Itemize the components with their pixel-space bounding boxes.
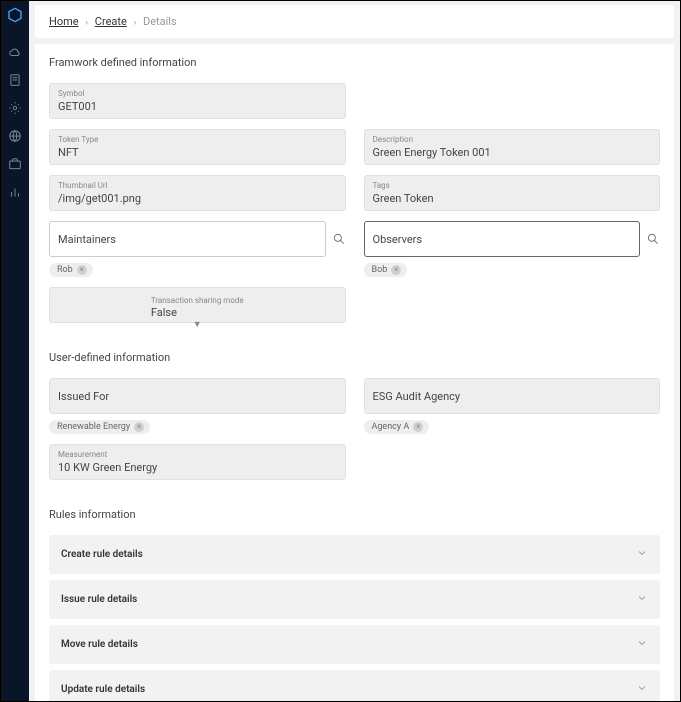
field-label: Measurement bbox=[58, 451, 337, 459]
field-value: Maintainers bbox=[58, 233, 317, 246]
cloud-icon[interactable] bbox=[8, 45, 22, 59]
section-title-rules: Rules information bbox=[49, 508, 660, 521]
chevron-down-icon bbox=[636, 592, 648, 607]
field-value: /img/get001.png bbox=[58, 192, 337, 205]
field-label: Thumbnail Url bbox=[58, 182, 337, 190]
esg-audit-field[interactable]: ESG Audit Agency bbox=[364, 378, 661, 414]
field-label: Description bbox=[373, 136, 652, 144]
accordion-title: Move rule details bbox=[61, 639, 138, 650]
field-label: Symbol bbox=[58, 90, 337, 98]
chevron-down-icon bbox=[636, 547, 648, 562]
chip-issued-for: Renewable Energy × bbox=[49, 420, 150, 434]
field-label: Token Type bbox=[58, 136, 337, 144]
globe-icon[interactable] bbox=[8, 129, 22, 143]
sidebar bbox=[1, 1, 29, 701]
section-title-user: User-defined information bbox=[49, 351, 660, 364]
tags-field[interactable]: Tags Green Token bbox=[364, 175, 661, 211]
gear-icon[interactable] bbox=[8, 101, 22, 115]
chip-label: Renewable Energy bbox=[57, 422, 130, 432]
issued-for-field[interactable]: Issued For bbox=[49, 378, 346, 414]
search-icon[interactable] bbox=[646, 232, 660, 246]
chip-observer: Bob × bbox=[364, 263, 408, 277]
token-type-field[interactable]: Token Type NFT bbox=[49, 129, 346, 165]
field-value: Issued For bbox=[58, 390, 337, 403]
section-title-framework: Framwork defined information bbox=[49, 56, 660, 69]
maintainers-field[interactable]: Maintainers bbox=[49, 221, 326, 257]
thumbnail-url-field[interactable]: Thumbnail Url /img/get001.png bbox=[49, 175, 346, 211]
app-logo-icon bbox=[7, 7, 23, 23]
chart-icon[interactable] bbox=[8, 185, 22, 199]
main-content: Home › Create › Details Framwork defined… bbox=[29, 1, 680, 701]
close-icon[interactable]: × bbox=[391, 265, 401, 275]
breadcrumb-home[interactable]: Home bbox=[49, 15, 79, 28]
accordion-move-rule[interactable]: Move rule details bbox=[49, 625, 660, 664]
field-value: 10 KW Green Energy bbox=[58, 461, 337, 474]
field-value: NFT bbox=[58, 146, 337, 159]
chip-agency: Agency A × bbox=[364, 420, 430, 434]
chip-label: Bob bbox=[372, 265, 388, 275]
description-field[interactable]: Description Green Energy Token 001 bbox=[364, 129, 661, 165]
chevron-down-icon bbox=[636, 637, 648, 652]
field-value: GET001 bbox=[58, 100, 337, 113]
breadcrumb-create[interactable]: Create bbox=[95, 15, 127, 28]
field-value: Observers bbox=[373, 233, 632, 246]
accordion-issue-rule[interactable]: Issue rule details bbox=[49, 580, 660, 619]
breadcrumb-current: Details bbox=[143, 15, 177, 28]
chevron-down-icon: ▼ bbox=[193, 319, 202, 330]
measurement-field[interactable]: Measurement 10 KW Green Energy bbox=[49, 444, 346, 480]
close-icon[interactable]: × bbox=[134, 422, 144, 432]
chevron-down-icon bbox=[636, 682, 648, 697]
accordion-title: Issue rule details bbox=[61, 594, 137, 605]
close-icon[interactable]: × bbox=[77, 265, 87, 275]
field-value: Green Energy Token 001 bbox=[373, 146, 652, 159]
accordion-create-rule[interactable]: Create rule details bbox=[49, 535, 660, 574]
form-card: Framwork defined information Symbol GET0… bbox=[35, 44, 674, 701]
briefcase-icon[interactable] bbox=[8, 157, 22, 171]
breadcrumb: Home › Create › Details bbox=[35, 5, 674, 38]
tx-sharing-select[interactable]: Transaction sharing mode False ▼ bbox=[49, 287, 346, 323]
chevron-right-icon: › bbox=[134, 18, 137, 28]
field-label: Transaction sharing mode bbox=[151, 296, 244, 305]
field-label: Tags bbox=[373, 182, 652, 190]
document-icon[interactable] bbox=[8, 73, 22, 87]
close-icon[interactable]: × bbox=[413, 422, 423, 432]
field-value: ESG Audit Agency bbox=[373, 390, 652, 403]
accordion-title: Create rule details bbox=[61, 549, 143, 560]
field-value: Green Token bbox=[373, 192, 652, 205]
chip-label: Rob bbox=[57, 265, 73, 275]
accordion-title: Update rule details bbox=[61, 684, 145, 695]
chip-label: Agency A bbox=[372, 422, 410, 432]
symbol-field[interactable]: Symbol GET001 bbox=[49, 83, 346, 119]
field-value: False bbox=[151, 306, 244, 319]
chip-maintainer: Rob × bbox=[49, 263, 93, 277]
chevron-right-icon: › bbox=[85, 18, 88, 28]
observers-field[interactable]: Observers bbox=[364, 221, 641, 257]
search-icon[interactable] bbox=[332, 232, 346, 246]
accordion-update-rule[interactable]: Update rule details bbox=[49, 670, 660, 701]
